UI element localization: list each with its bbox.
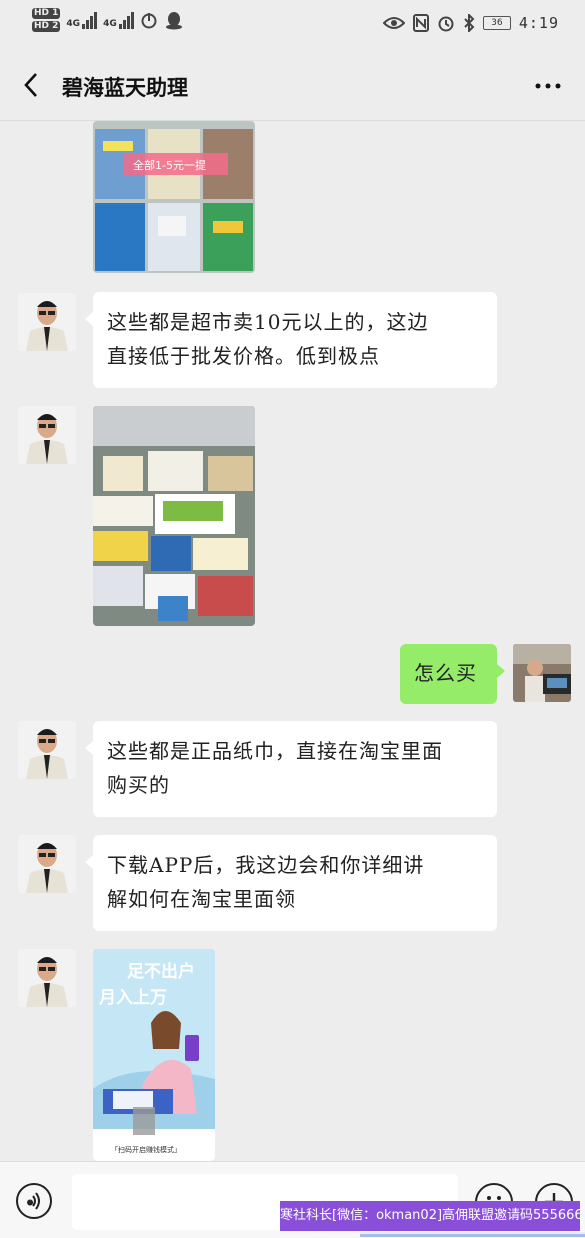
status-left: HD 1 HD 2 4G 4G	[32, 8, 184, 32]
alarm-icon	[438, 16, 454, 32]
qq-icon	[165, 12, 182, 30]
signal-bars-icon	[118, 11, 134, 29]
poster-headline-2: 月入上万	[99, 988, 167, 1008]
poster-headline-1: 足不出户	[127, 962, 195, 982]
chat-header: 碧海蓝天助理	[0, 50, 585, 121]
avatar[interactable]	[18, 949, 76, 1007]
chevron-left-icon[interactable]	[18, 70, 48, 100]
bluetooth-icon	[464, 14, 475, 32]
battery-icon: 36	[482, 16, 511, 30]
message-line: 购买的	[107, 773, 170, 797]
signal-bars-icon	[82, 11, 98, 29]
hd1-badge: HD 1	[32, 8, 61, 19]
net2-label: 4G	[103, 19, 117, 29]
chat-title: 碧海蓝天助理	[62, 76, 188, 100]
hd2-badge: HD 2	[32, 21, 61, 32]
nfc-icon	[412, 14, 429, 32]
watermark-strip	[360, 1227, 585, 1237]
avatar[interactable]	[18, 406, 76, 464]
status-right: 36 4:19	[382, 14, 559, 32]
avatar[interactable]	[18, 721, 76, 779]
eye-icon	[382, 17, 405, 29]
message-list[interactable]: 全部1-5元一提 这些都是超市卖10元以上的，这边 直接低于批发价格。低到极点	[0, 121, 585, 1161]
message-image-products[interactable]: 全部1-5元一提	[93, 121, 255, 273]
message-image-poster[interactable]: 足不出户 月入上万 「扫码开启赚钱模式」	[93, 949, 215, 1161]
message-line: 解如何在淘宝里面领	[107, 887, 296, 911]
message-bubble-text[interactable]: 下载APP后，我这边会和你详细讲 解如何在淘宝里面领	[85, 835, 497, 931]
message-bubble-sent[interactable]: 怎么买	[400, 644, 505, 704]
message-image-tissues[interactable]	[93, 406, 255, 626]
poster-footer: 「扫码开启赚钱模式」	[111, 1146, 181, 1154]
sim-indicators: HD 1 HD 2	[32, 8, 61, 32]
net1-label: 4G	[66, 19, 81, 29]
avatar[interactable]	[18, 835, 76, 893]
voice-icon[interactable]	[16, 1183, 52, 1219]
message-line: 直接低于批发价格。低到极点	[107, 344, 380, 368]
signal-1: 4G	[66, 11, 98, 29]
message-bubble-text[interactable]: 这些都是超市卖10元以上的，这边 直接低于批发价格。低到极点	[85, 292, 497, 388]
message-line: 这些都是超市卖10元以上的，这边	[107, 310, 429, 334]
message-line: 怎么买	[414, 661, 477, 685]
message-line: 这些都是正品纸巾，直接在淘宝里面	[107, 739, 443, 763]
avatar[interactable]	[18, 293, 76, 351]
message-bubble-text[interactable]: 这些都是正品纸巾，直接在淘宝里面 购买的	[85, 721, 497, 817]
message-line: 下载APP后，我这边会和你详细讲	[107, 853, 425, 877]
more-dots-icon[interactable]	[533, 72, 563, 96]
data-saver-icon	[141, 13, 157, 29]
clock: 4:19	[518, 14, 559, 32]
status-bar: HD 1 HD 2 4G 4G 36 4:19	[0, 0, 585, 50]
my-avatar[interactable]	[513, 644, 571, 702]
image-caption: 全部1-5元一提	[133, 159, 206, 172]
signal-2: 4G	[103, 11, 134, 29]
